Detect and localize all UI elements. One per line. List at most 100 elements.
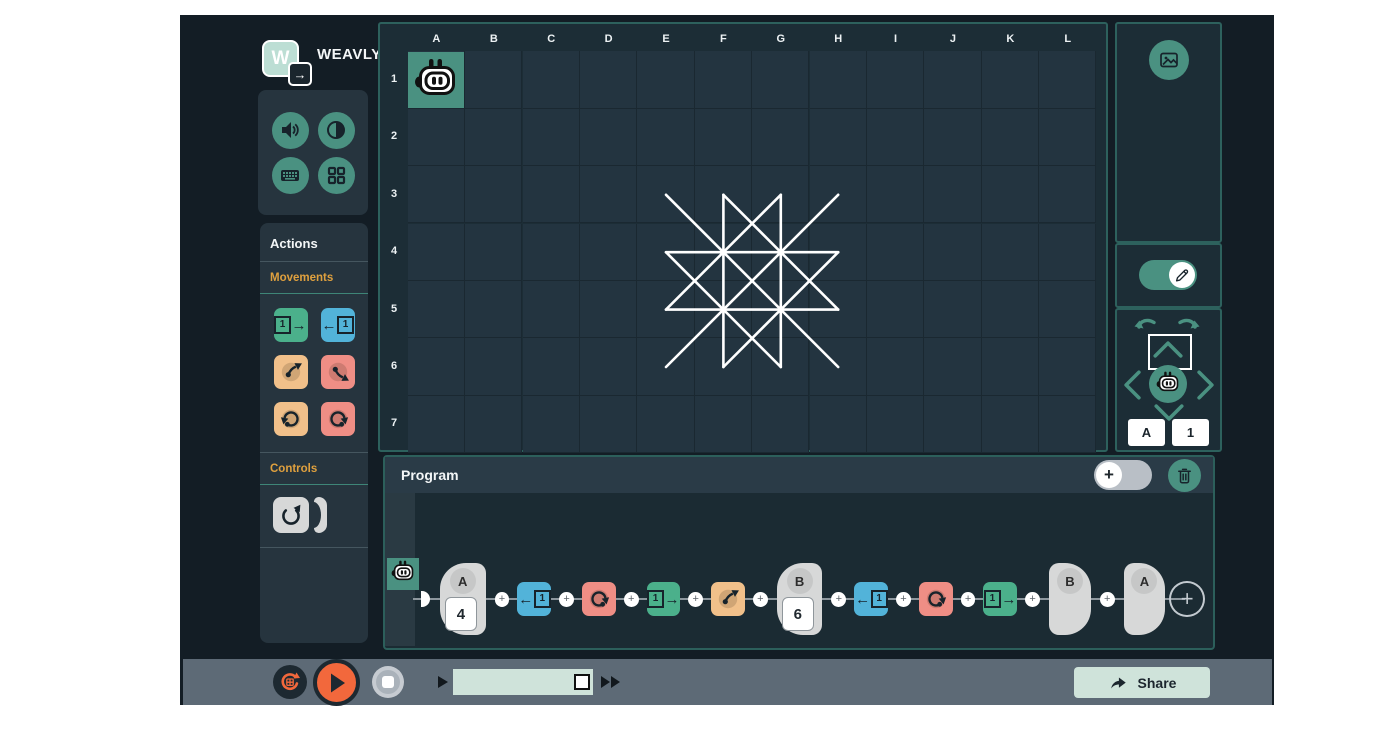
contrast-button[interactable] [318,112,355,149]
grid-cell-B6 [465,338,522,395]
right-panel: A 1 [1115,22,1222,452]
program-step-8-turn-right-90[interactable] [919,582,953,616]
add-step-connector[interactable]: + [624,592,639,607]
grid-cell-F7 [695,396,752,453]
loop-iterations-input[interactable]: 4 [445,597,477,631]
grid-cell-K2 [982,109,1039,166]
grid-cell-A4 [408,224,465,281]
palette-block-turn-right-45[interactable] [321,355,355,389]
palette-block-turn-right-90[interactable] [321,402,355,436]
pen-box [1115,243,1222,308]
playback-bar: Share [183,659,1272,705]
grid-cell-C2 [523,109,580,166]
grid-cell-G7 [752,396,809,453]
speed-fast-icon [600,675,622,694]
program-character [387,558,419,590]
movements-title: Movements [260,262,368,293]
divider [260,547,368,548]
forward-1-icon: 1→ [647,590,680,608]
grid-cell-G2 [752,109,809,166]
grid-cell-I7 [867,396,924,453]
palette-block-backward1[interactable]: ←1 [321,308,355,342]
add-step-connector[interactable]: + [688,592,703,607]
speed-slider-handle[interactable] [574,674,590,690]
theme-button[interactable] [318,157,355,194]
reset-refresh-icon [278,670,302,694]
grid-cell-H7 [810,396,867,453]
column-header-K: K [982,33,1039,45]
grid-cell-C7 [523,396,580,453]
palette-block-turn-left-45[interactable] [274,355,308,389]
grid-cell-K5 [982,281,1039,338]
loop-iterations-input[interactable]: 6 [782,597,814,631]
add-step-connector[interactable]: + [1025,592,1040,607]
append-step-button[interactable]: + [1169,581,1205,617]
scene-canvas: ABCDEFGHIJKL1234567 [378,22,1108,452]
add-step-connector[interactable]: + [753,592,768,607]
move-right-button[interactable] [1197,370,1214,403]
character-badge[interactable] [1149,365,1187,403]
grid-cell-G5 [752,281,809,338]
program-loop-start-A[interactable]: A4 [440,563,486,635]
add-step-connector[interactable]: + [1100,592,1115,607]
stop-button[interactable] [372,666,404,698]
program-loop-end-A[interactable]: A [1124,563,1166,635]
program-step-4-forward1[interactable]: 1→ [647,582,681,616]
play-icon [326,671,348,695]
program-loop-start-B[interactable]: B6 [777,563,823,635]
grid-cell-L2 [1039,109,1096,166]
play-button[interactable] [313,659,360,706]
column-header-L: L [1039,33,1096,45]
position-row-input[interactable]: 1 [1172,419,1209,446]
brand-name: WEAVLY [317,46,382,63]
grid-cell-F3 [695,166,752,223]
palette-block-loop[interactable] [273,497,327,533]
palette-block-forward1[interactable]: 1→ [274,308,308,342]
position-column-input[interactable]: A [1128,419,1165,446]
grid-cell-F1 [695,51,752,108]
add-node-expand-toggle[interactable]: + [1094,460,1152,490]
reset-button[interactable] [273,665,307,699]
grid-cell-H3 [810,166,867,223]
keyboard-button[interactable] [272,157,309,194]
add-step-connector[interactable]: + [559,592,574,607]
delete-all-button[interactable] [1168,459,1201,492]
program-step-2-backward1[interactable]: ←1 [517,582,551,616]
program-loop-end-B[interactable]: B [1049,563,1091,635]
program-step-5-turn-left-45[interactable] [711,582,745,616]
program-step-7-backward1[interactable]: ←1 [854,582,888,616]
turn-left-45-icon [278,359,304,385]
turn-right-90-icon [923,586,949,612]
column-header-C: C [523,33,580,45]
grid-cell-L5 [1039,281,1096,338]
character-on-grid[interactable] [408,52,464,108]
image-icon [1158,49,1180,71]
add-step-connector[interactable]: + [495,592,510,607]
column-header-H: H [810,33,867,45]
row-header-1: 1 [384,73,404,85]
pen-toggle[interactable] [1139,260,1197,290]
scene-background-button[interactable] [1149,40,1189,80]
grid-cell-K6 [982,338,1039,395]
add-step-connector[interactable]: + [961,592,976,607]
redo-icon [1175,314,1201,334]
move-up-button[interactable] [1153,341,1183,361]
share-button[interactable]: Share [1074,667,1210,698]
program-step-3-turn-right-90[interactable] [582,582,616,616]
grid-cell-L1 [1039,51,1096,108]
add-step-connector[interactable]: + [896,592,911,607]
add-step-connector[interactable]: + [831,592,846,607]
weavly-app: W → WEAVLY [180,15,1274,705]
move-left-button[interactable] [1124,370,1141,403]
chevron-left-icon [1124,370,1141,400]
grid-cell-L3 [1039,166,1096,223]
palette-block-turn-left-90[interactable] [274,402,308,436]
character-position-box: A 1 [1115,308,1222,452]
grid-cell-A7 [408,396,465,453]
program-step-9-forward1[interactable]: 1→ [983,582,1017,616]
speed-slider[interactable] [453,669,593,695]
program-sequence-area: A4+←1++1→++B6+←1++1→+B+A+ [385,493,1213,646]
grid-cell-H2 [810,109,867,166]
chevron-up-icon [1153,341,1183,358]
audio-button[interactable] [272,112,309,149]
